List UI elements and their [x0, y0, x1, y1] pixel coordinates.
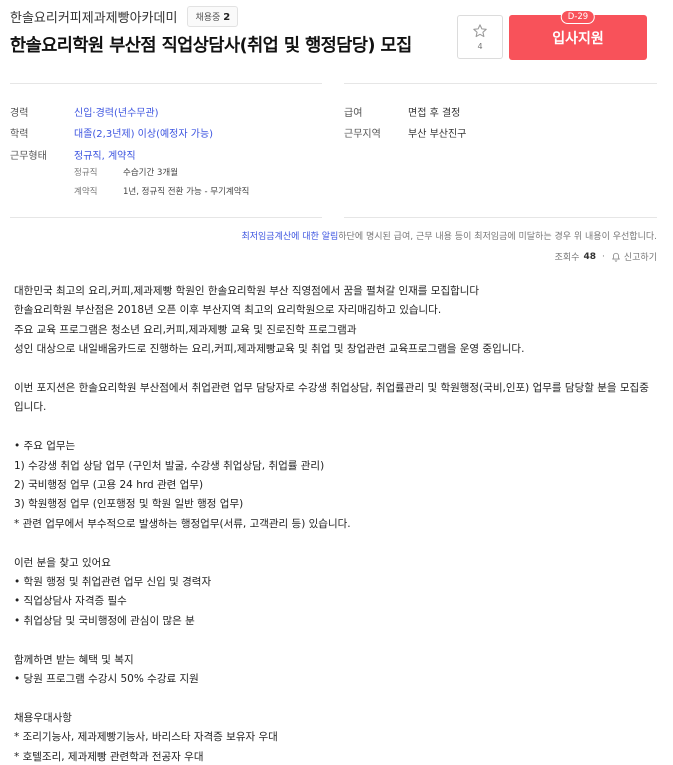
report-button[interactable]: 신고하기 — [611, 250, 657, 263]
hiring-badge-label: 채용중 — [195, 13, 221, 23]
bell-icon — [611, 252, 624, 262]
dday-badge: D-29 — [560, 10, 596, 24]
condition-label: 근무형태 — [10, 151, 47, 162]
description-line: • 직업상담사 자격증 필수 — [14, 595, 127, 608]
divider-left-top — [10, 83, 322, 84]
divider-right-top — [344, 83, 657, 84]
description-line: 대한민국 최고의 요리,커피,제과제빵 학원인 한솔요리학원 부산 직영점에서 … — [14, 285, 480, 297]
condition-value-link[interactable]: 대졸(2,3년제) 이상(예정자 가능) — [74, 125, 213, 140]
condition-label: 경력 — [10, 108, 29, 119]
condition-value: 부산 부산진구 — [408, 129, 467, 140]
company-row: 한솔요리커피제과제빵아카데미 채용중 2 — [10, 6, 239, 27]
minimum-wage-text: 하단에 명시된 급여, 근무 내용 등이 최저임금에 미달하는 경우 위 내용이… — [338, 232, 657, 242]
company-name-link[interactable]: 한솔요리커피제과제빵아카데미 — [10, 7, 177, 26]
condition-employment-type: 근무형태 정규직, 계약직 — [10, 147, 136, 162]
views-count: 48 — [583, 251, 596, 262]
condition-education: 학력 대졸(2,3년제) 이상(예정자 가능) — [10, 125, 213, 140]
condition-label: 급여 — [344, 108, 363, 119]
star-icon — [472, 23, 488, 39]
apply-button[interactable]: D-29 입사지원 — [509, 10, 647, 60]
description-line: • 취업상담 및 국비행정에 관심이 많은 분 — [14, 614, 195, 627]
description-line: 3) 학원행정 업무 (인포행정 및 학원 일반 행정 업무) — [14, 498, 244, 511]
meta-separator: · — [602, 251, 605, 262]
employment-detail-contract: 계약직 1년, 정규직 전환 가능 - 무기계약직 — [74, 185, 249, 197]
description-line: 2) 국비행정 업무 (고용 24 hrd 관련 업무) — [14, 479, 204, 492]
condition-value: 면접 후 결정 — [408, 108, 461, 119]
employment-detail-regular: 정규직 수습기간 3개월 — [74, 166, 178, 178]
views-label: 조회수 — [554, 253, 580, 263]
description-line: 성인 대상으로 내일배움카드로 진행하는 요리,커피,제과제빵교육 및 취업 및… — [14, 343, 525, 356]
description-line: 채용우대사항 — [14, 711, 72, 724]
minimum-wage-notice: 최저임금계산에 대한 알림하단에 명시된 급여, 근무 내용 등이 최저임금에 … — [241, 229, 657, 242]
description-line: * 조리기능사, 제과제빵기능사, 바리스타 자격증 보유자 우대 — [14, 731, 278, 744]
description-line: 이번 포지션은 한솔요리학원 부산점에서 취업관련 업무 담당자로 수강생 취업… — [14, 382, 649, 414]
job-description: 대한민국 최고의 요리,커피,제과제빵 학원인 한솔요리학원 부산 직영점에서 … — [14, 282, 654, 765]
description-line: 한솔요리학원 부산점은 2018년 오픈 이후 부산지역 최고의 요리학원으로 … — [14, 304, 442, 317]
description-line: 이런 분을 찾고 있어요 — [14, 556, 111, 569]
minimum-wage-link[interactable]: 최저임금계산에 대한 알림 — [241, 232, 338, 242]
apply-button-label: 입사지원 — [552, 30, 604, 47]
condition-label: 근무지역 — [344, 129, 381, 140]
description-line: 1) 수강생 취업 상담 업무 (구인처 발굴, 수강생 취업상담, 취업률 관… — [14, 459, 325, 472]
bookmark-count: 4 — [477, 42, 483, 51]
bookmark-button[interactable]: 4 — [457, 15, 503, 59]
employment-detail-label: 계약직 — [74, 187, 98, 197]
description-line: • 당원 프로그램 수강시 50% 수강료 지원 — [14, 673, 199, 686]
post-meta: 조회수 48 · 신고하기 — [554, 250, 657, 264]
employment-detail-value: 1년, 정규직 전환 가능 - 무기계약직 — [123, 187, 250, 197]
description-line: * 관련 업무에서 부수적으로 발생하는 행정업무(서류, 고객관리 등) 있습… — [14, 517, 351, 530]
condition-location: 근무지역 부산 부산진구 — [344, 125, 466, 140]
employment-detail-value: 수습기간 3개월 — [123, 168, 179, 178]
job-title: 한솔요리학원 부산점 직업상담사(취업 및 행정담당) 모집 — [10, 36, 412, 56]
hiring-badge-count: 2 — [223, 12, 231, 23]
condition-value-link[interactable]: 신입·경력(년수무관) — [74, 104, 159, 119]
description-line: 주요 교육 프로그램은 청소년 요리,커피,제과제빵 교육 및 진로진학 프로그… — [14, 323, 357, 336]
hiring-badge[interactable]: 채용중 2 — [187, 6, 239, 27]
employment-detail-label: 정규직 — [74, 168, 98, 178]
condition-label: 학력 — [10, 129, 29, 140]
divider-left-bottom — [10, 217, 322, 218]
description-line: • 주요 업무는 — [14, 440, 76, 453]
condition-career: 경력 신입·경력(년수무관) — [10, 104, 159, 119]
condition-salary: 급여 면접 후 결정 — [344, 104, 460, 119]
condition-value-link[interactable]: 정규직, 계약직 — [74, 147, 136, 162]
report-label: 신고하기 — [623, 253, 657, 263]
description-line: 함께하면 받는 혜택 및 복지 — [14, 653, 134, 666]
divider-right-bottom — [344, 217, 657, 218]
description-line: • 학원 행정 및 취업관련 업무 신입 및 경력자 — [14, 576, 212, 589]
description-line: * 호텔조리, 제과제빵 관련학과 전공자 우대 — [14, 750, 204, 763]
